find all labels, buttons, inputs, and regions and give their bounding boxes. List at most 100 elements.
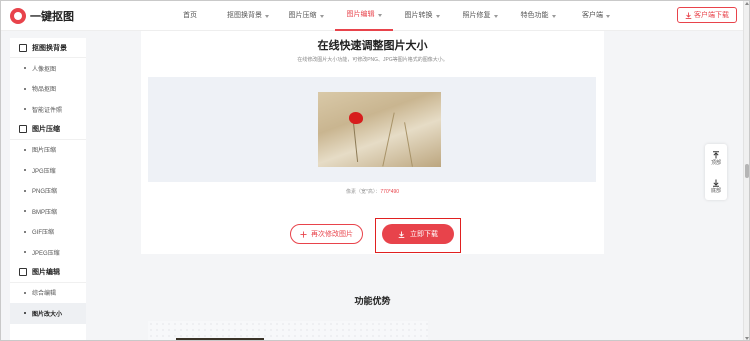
nav-item-6[interactable]: 特色功能	[509, 1, 567, 31]
go-to-bottom-button[interactable]: 底部	[705, 172, 727, 200]
resize-result-card: 在线快速调整图片大小 在线修改图片大小功能，可修改PNG、JPG等图片格式的图像…	[141, 31, 604, 254]
chevron-down-icon	[265, 14, 269, 18]
download-now-label: 立即下载	[410, 231, 438, 238]
sidebar-item[interactable]: PNG压缩	[10, 181, 86, 202]
sidebar-item[interactable]: BMP压缩	[10, 201, 86, 222]
back-to-top-button[interactable]: 顶部	[705, 144, 727, 172]
sidebar-item[interactable]: 图片改大小	[10, 303, 86, 324]
chevron-down-icon	[435, 14, 440, 18]
scroll-down-arrow-icon[interactable]	[745, 337, 749, 340]
nav-item-5[interactable]: 照片修复	[451, 1, 509, 31]
nav-item-1[interactable]: 抠图换背景	[219, 1, 277, 31]
sidebar-item[interactable]: 物品抠图	[10, 79, 86, 100]
sidebar-item-label: JPG压缩	[32, 168, 56, 175]
sidebar-item[interactable]: 智能证件照	[10, 99, 86, 120]
preview-image	[318, 92, 441, 167]
bullet-dot	[24, 210, 26, 213]
logo-text: 一键抠图	[30, 11, 74, 23]
sidebar-category-1[interactable]: 图片压缩	[10, 120, 86, 140]
bullet-dot	[24, 87, 26, 90]
bullet-dot	[24, 108, 26, 111]
nav-item-label: 图片压缩	[288, 12, 317, 19]
bullet-dot	[24, 291, 26, 294]
scroll-up-arrow-icon[interactable]	[745, 2, 749, 5]
sidebar-category-label: 图片压缩	[32, 126, 60, 133]
nav-item-label: 图片编辑	[346, 11, 375, 18]
nav-item-7[interactable]: 客户端	[567, 1, 625, 31]
arrow-to-bottom-icon	[713, 179, 719, 187]
image-edit-icon	[19, 268, 27, 276]
sidebar-item[interactable]: 人像抠图	[10, 58, 86, 79]
vertical-scrollbar[interactable]	[743, 1, 749, 340]
sidebar-item-label: 综合编辑	[32, 291, 57, 298]
scroll-thumb[interactable]	[745, 164, 749, 178]
pixel-size-label: 像素（宽*高）：	[345, 189, 381, 195]
client-download-label: 客户端下载	[694, 12, 729, 19]
sidebar-item-label: 智能证件照	[32, 107, 63, 114]
chevron-down-icon	[493, 14, 498, 18]
download-icon	[398, 230, 405, 238]
nav-item-3[interactable]: 图片编辑	[335, 1, 393, 31]
top-navigation-bar: 一键抠图 首页 抠图换背景 图片压缩 图片编辑 图片转换 照片修复 特色功能 客户端 客户端下…	[1, 1, 743, 31]
nav-item-label: 客户端	[582, 12, 603, 19]
bullet-dot	[24, 230, 26, 233]
sidebar-item-label: 图片改大小	[32, 311, 63, 318]
nav-item-label: 照片修复	[462, 12, 491, 19]
modify-again-label: 再次修改图片	[311, 231, 353, 238]
bullet-dot	[24, 312, 26, 315]
nav-item-4[interactable]: 图片转换	[393, 1, 451, 31]
sidebar: 抠图换背景 人像抠图 物品抠图 智能证件照 图片压缩 图片压缩 JPG压缩 PNG压缩 BMP压…	[10, 38, 86, 340]
bullet-dot	[24, 148, 26, 151]
sidebar-category-0[interactable]: 抠图换背景	[10, 38, 86, 58]
floating-toolbar: 顶部 底部	[705, 144, 727, 200]
plus-icon	[300, 230, 307, 238]
pixel-size-value: 770*490	[380, 189, 400, 195]
sidebar-category-label: 抠图换背景	[32, 44, 67, 52]
bullet-dot	[24, 67, 26, 70]
page-title: 在线快速调整图片大小	[317, 40, 428, 52]
nav-item-label: 首页	[183, 12, 197, 19]
sidebar-item-label: 图片压缩	[32, 148, 57, 155]
sidebar-item[interactable]: JPEG压缩	[10, 242, 86, 263]
page-subtitle: 在线修改图片大小功能，可修改PNG、JPG等图片格式的图像大小。	[297, 57, 448, 63]
bullet-dot	[24, 189, 26, 192]
nav-item-label: 抠图换背景	[227, 12, 262, 19]
sidebar-item-label: JPEG压缩	[32, 250, 60, 257]
pixel-size-info: 像素（宽*高）：770*490	[141, 188, 604, 195]
sidebar-item[interactable]: GIF压缩	[10, 222, 86, 243]
sidebar-item-label: 物品抠图	[32, 87, 57, 94]
back-to-top-label: 顶部	[710, 159, 721, 166]
modify-again-button[interactable]: 再次修改图片	[290, 224, 363, 244]
main-nav: 首页 抠图换背景 图片压缩 图片编辑 图片转换 照片修复 特色功能 客户端	[161, 1, 625, 31]
compress-icon	[19, 125, 27, 133]
bullet-dot	[24, 169, 26, 172]
sidebar-item-label: PNG压缩	[32, 189, 58, 196]
sidebar-category-label: 图片编辑	[32, 269, 60, 276]
nav-item-label: 特色功能	[520, 12, 549, 19]
image-preview-area	[148, 77, 596, 182]
sidebar-item-label: GIF压缩	[32, 230, 54, 237]
sidebar-item[interactable]: 图片压缩	[10, 140, 86, 161]
nav-item-0[interactable]: 首页	[161, 1, 219, 31]
sidebar-item-label: 人像抠图	[32, 66, 57, 73]
sidebar-item[interactable]: JPG压缩	[10, 160, 86, 181]
sidebar-item[interactable]: 综合编辑	[10, 283, 86, 304]
logo-icon	[10, 8, 26, 24]
download-icon	[685, 11, 692, 19]
client-download-button[interactable]: 客户端下载	[677, 7, 737, 23]
nav-item-label: 图片转换	[404, 12, 433, 19]
chevron-down-icon	[551, 14, 556, 18]
bullet-dot	[24, 251, 26, 254]
arrow-to-top-icon	[713, 150, 719, 158]
features-title: 功能优势	[354, 296, 391, 306]
go-to-bottom-label: 底部	[710, 187, 721, 194]
sidebar-category-2[interactable]: 图片编辑	[10, 263, 86, 283]
chevron-down-icon	[377, 13, 382, 17]
site-logo[interactable]: 一键抠图	[10, 8, 74, 24]
chevron-down-icon	[319, 14, 324, 18]
download-now-button[interactable]: 立即下载	[382, 224, 454, 244]
browser-window: 一键抠图 首页 抠图换背景 图片压缩 图片编辑 图片转换 照片修复 特色功能 客户端 客户端下…	[0, 0, 750, 341]
crop-icon	[19, 43, 27, 52]
nav-item-2[interactable]: 图片压缩	[277, 1, 335, 31]
sidebar-item-label: BMP压缩	[32, 209, 58, 216]
